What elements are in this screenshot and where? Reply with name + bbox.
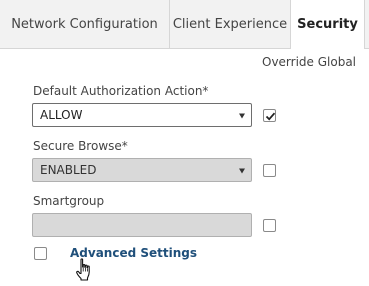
override-global-header: Override Global [262, 55, 357, 69]
tab-security[interactable]: Security [291, 0, 365, 49]
smartgroup-override-checkbox[interactable] [263, 219, 276, 232]
tab-bar: Network Configuration Client Experience … [0, 0, 369, 49]
tab-client-experience[interactable]: Client Experience [170, 0, 291, 48]
default-authorization-value: ALLOW [40, 108, 83, 122]
default-authorization-override-checkbox[interactable] [263, 109, 276, 122]
secure-browse-select[interactable]: ENABLED [32, 158, 252, 182]
tab-network-configuration[interactable]: Network Configuration [0, 0, 170, 48]
hand-cursor-icon [76, 258, 90, 281]
smartgroup-input[interactable] [32, 213, 252, 237]
smartgroup-label: Smartgroup [33, 194, 105, 208]
default-authorization-label: Default Authorization Action* [33, 84, 209, 98]
checkmark-icon [265, 112, 276, 121]
secure-browse-value: ENABLED [40, 163, 97, 177]
secure-browse-label: Secure Browse* [33, 139, 128, 153]
dropdown-arrow-icon [239, 168, 245, 174]
advanced-settings-checkbox[interactable] [34, 247, 47, 260]
dropdown-arrow-icon [239, 113, 245, 119]
secure-browse-override-checkbox[interactable] [263, 164, 276, 177]
default-authorization-select[interactable]: ALLOW [32, 103, 252, 127]
